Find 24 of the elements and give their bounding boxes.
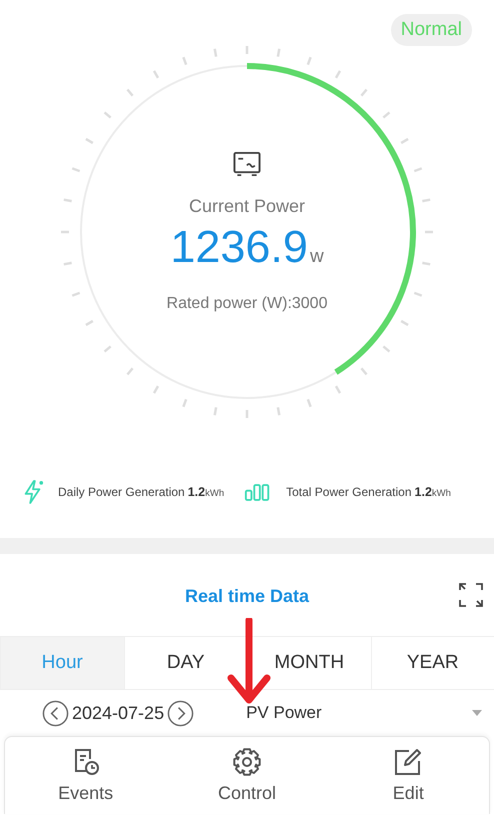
section-title: Real time Data	[184, 586, 310, 606]
inverter-icon	[232, 151, 262, 178]
edit-icon	[393, 747, 424, 777]
status-badge: Normal	[390, 14, 472, 46]
stat-value: 1.2	[414, 485, 432, 499]
stat-label: Daily Power Generation	[58, 485, 185, 499]
previous-date-icon[interactable]	[42, 700, 69, 726]
current-power-label: Current Power	[188, 196, 306, 217]
settings-icon	[232, 747, 262, 777]
stat-label: Total Power Generation	[286, 485, 412, 499]
fullscreen-icon[interactable]	[458, 582, 484, 608]
lightning-icon	[22, 478, 44, 506]
stat-unit: kWh	[205, 488, 224, 499]
date-text: 2024-07-25	[72, 702, 164, 724]
power-unit: w	[310, 246, 324, 268]
nav-item[interactable]: Events	[5, 737, 166, 814]
nav-item[interactable]: Edit	[328, 737, 489, 814]
metric-dropdown[interactable]: PV Power	[246, 703, 472, 723]
power-value: 1236.9	[170, 221, 308, 273]
stat-value: 1.2	[188, 485, 206, 499]
rated-power-text: Rated power (W):3000	[166, 295, 328, 313]
next-date-icon[interactable]	[167, 700, 194, 726]
stat-unit: kWh	[432, 488, 451, 499]
nav-item[interactable]: Control	[166, 737, 328, 814]
